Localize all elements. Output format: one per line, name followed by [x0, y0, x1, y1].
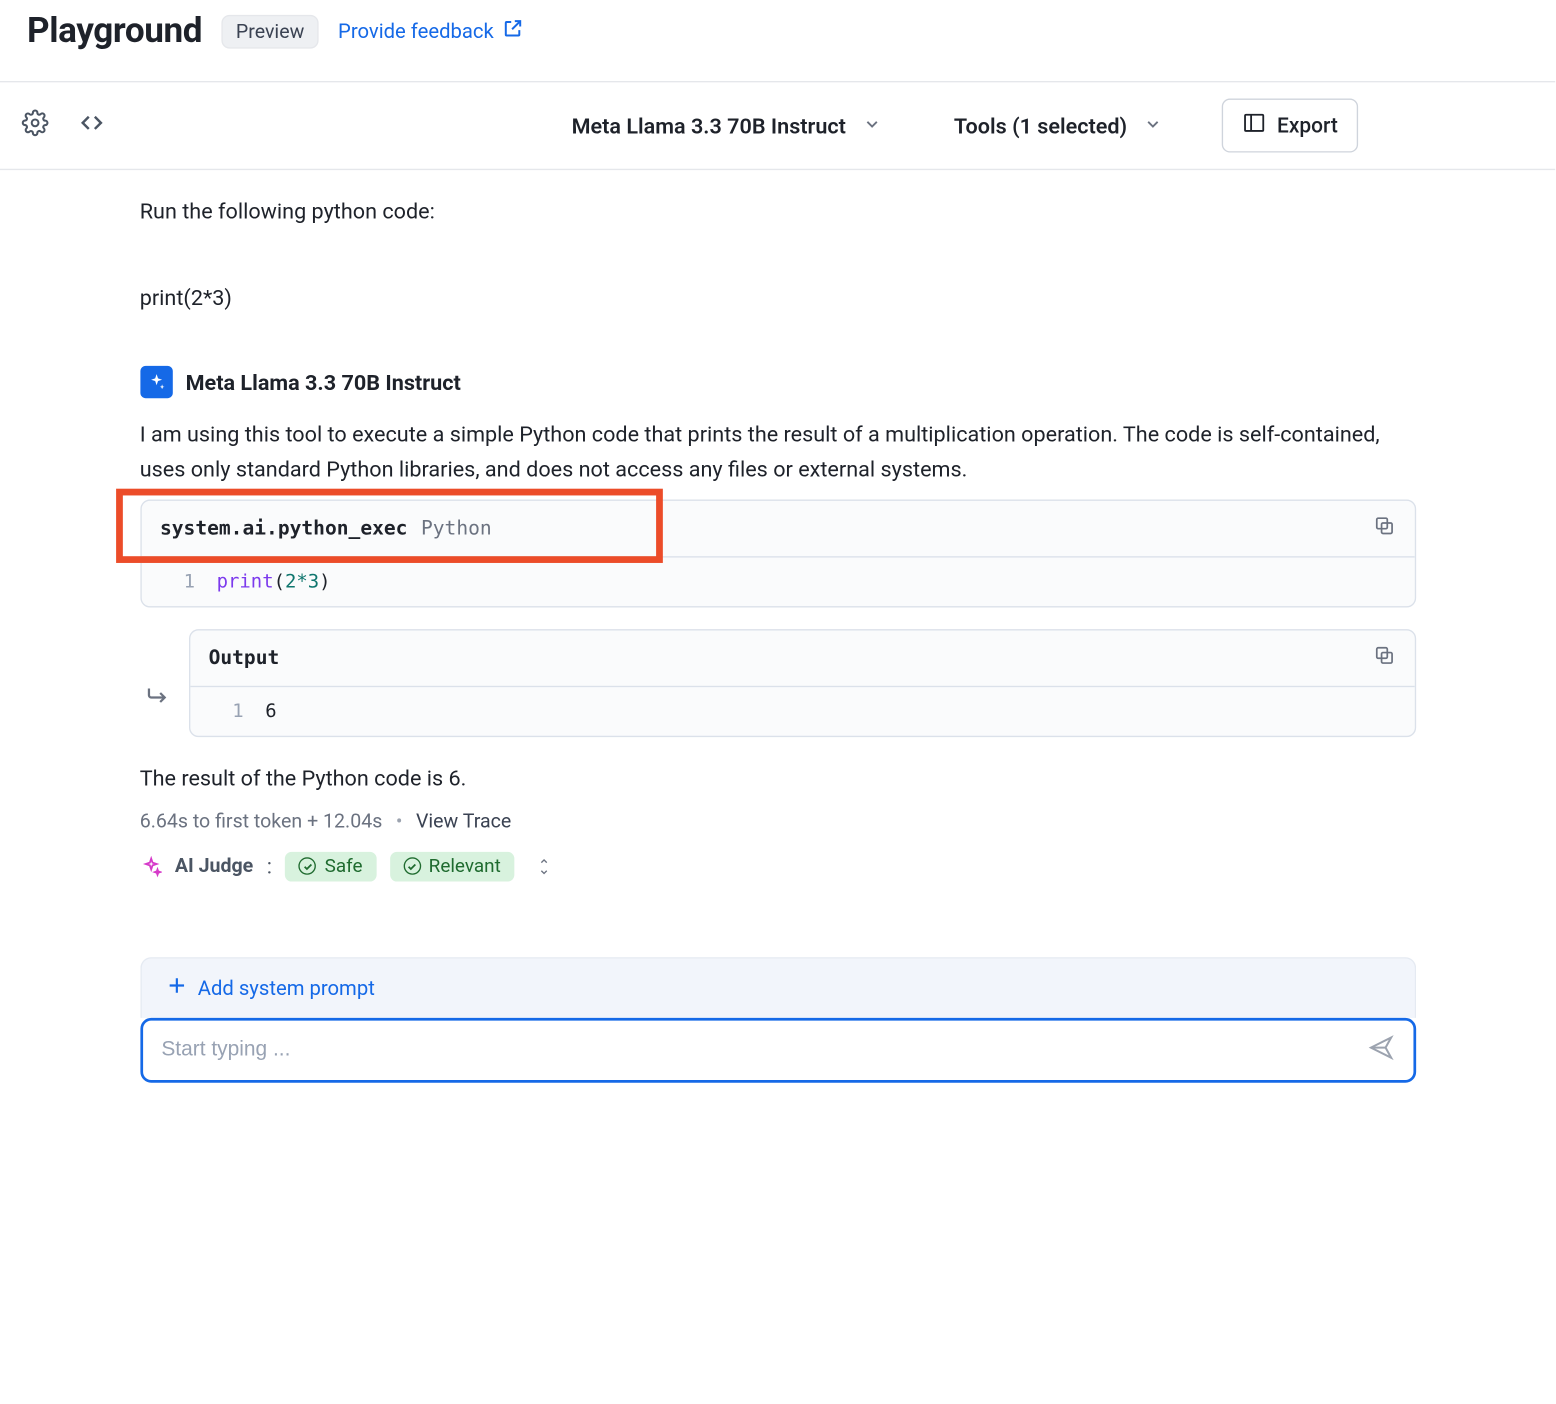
- chip-label: Safe: [325, 856, 363, 878]
- code-token: ): [319, 572, 330, 594]
- tool-call-function: system.ai.python_exec: [160, 518, 407, 540]
- tool-call-block: system.ai.python_exec Python 1 print(2*3…: [140, 500, 1416, 608]
- user-message: Run the following python code: print(2*3…: [140, 194, 1416, 314]
- ai-judge-label: AI Judge: [175, 855, 253, 878]
- line-number: 1: [141, 572, 217, 594]
- header: Playground Preview Provide feedback: [0, 0, 1555, 82]
- sparkle-icon: [140, 366, 172, 398]
- assistant-model-name: Meta Llama 3.3 70B Instruct: [186, 369, 461, 395]
- export-label: Export: [1277, 113, 1338, 137]
- code-token: 2: [285, 572, 296, 594]
- export-button[interactable]: Export: [1222, 99, 1358, 153]
- gear-icon: [22, 109, 49, 141]
- message-input[interactable]: [161, 1038, 1367, 1062]
- code-token: *: [296, 572, 307, 594]
- code-token: print: [217, 572, 274, 594]
- system-prompt-bar: Add system prompt: [140, 957, 1416, 1018]
- settings-button[interactable]: [16, 107, 54, 145]
- output-indent-arrow-icon: [140, 630, 175, 738]
- copy-button[interactable]: [1372, 644, 1395, 672]
- tool-call-header: system.ai.python_exec Python: [141, 501, 1414, 558]
- tool-call-language: Python: [421, 518, 492, 540]
- external-link-icon: [502, 18, 524, 45]
- judge-chip-safe: Safe: [285, 852, 376, 882]
- add-system-prompt-button[interactable]: Add system prompt: [165, 975, 1389, 1002]
- preview-badge: Preview: [221, 14, 319, 48]
- feedback-link[interactable]: Provide feedback: [338, 18, 523, 45]
- toolbar: Meta Llama 3.3 70B Instruct Tools (1 sel…: [0, 82, 1555, 170]
- tool-output-block: Output 1 6: [188, 630, 1415, 738]
- copy-button[interactable]: [1372, 515, 1395, 543]
- line-number: 1: [190, 701, 266, 723]
- feedback-label: Provide feedback: [338, 19, 494, 43]
- assistant-message: I am using this tool to execute a simple…: [140, 417, 1416, 486]
- model-selector-label: Meta Llama 3.3 70B Instruct: [572, 113, 846, 139]
- output-value: 6: [265, 701, 276, 723]
- code-token: 3: [308, 572, 319, 594]
- assistant-result: The result of the Python code is 6.: [140, 762, 1416, 797]
- separator-dot: •: [396, 810, 403, 833]
- chip-label: Relevant: [429, 856, 501, 878]
- code-panel-button[interactable]: [73, 107, 111, 145]
- tool-call-code: 1 print(2*3): [141, 558, 1414, 607]
- code-token: (: [274, 572, 285, 594]
- layout-icon: [1242, 111, 1266, 141]
- judge-chip-relevant: Relevant: [390, 852, 515, 882]
- chevron-down-icon: [1143, 113, 1162, 139]
- check-circle-icon: [299, 858, 317, 876]
- view-trace-link[interactable]: View Trace: [416, 810, 511, 833]
- plus-icon: [165, 975, 187, 1002]
- sparkle-icon: [140, 856, 162, 878]
- user-message-line: print(2*3): [140, 280, 1416, 315]
- tools-selector-label: Tools (1 selected): [954, 113, 1127, 139]
- tools-selector[interactable]: Tools (1 selected): [949, 105, 1168, 147]
- colon: :: [267, 854, 272, 880]
- model-selector[interactable]: Meta Llama 3.3 70B Instruct: [566, 105, 886, 147]
- timing-text: 6.64s to first token + 12.04s: [140, 810, 383, 833]
- chevron-down-icon: [862, 113, 881, 139]
- expand-toggle[interactable]: [536, 856, 552, 878]
- send-button[interactable]: [1367, 1034, 1394, 1066]
- code-icon: [80, 111, 104, 141]
- composer: [140, 1018, 1416, 1083]
- ai-judge-row: AI Judge : Safe Relevant: [140, 852, 1416, 882]
- output-label: Output: [209, 648, 280, 670]
- user-message-line: Run the following python code:: [140, 194, 1416, 229]
- page-title: Playground: [27, 11, 202, 52]
- assistant-header: Meta Llama 3.3 70B Instruct: [140, 366, 1416, 398]
- check-circle-icon: [403, 858, 421, 876]
- response-meta: 6.64s to first token + 12.04s • View Tra…: [140, 810, 1416, 833]
- add-system-prompt-label: Add system prompt: [198, 976, 375, 1000]
